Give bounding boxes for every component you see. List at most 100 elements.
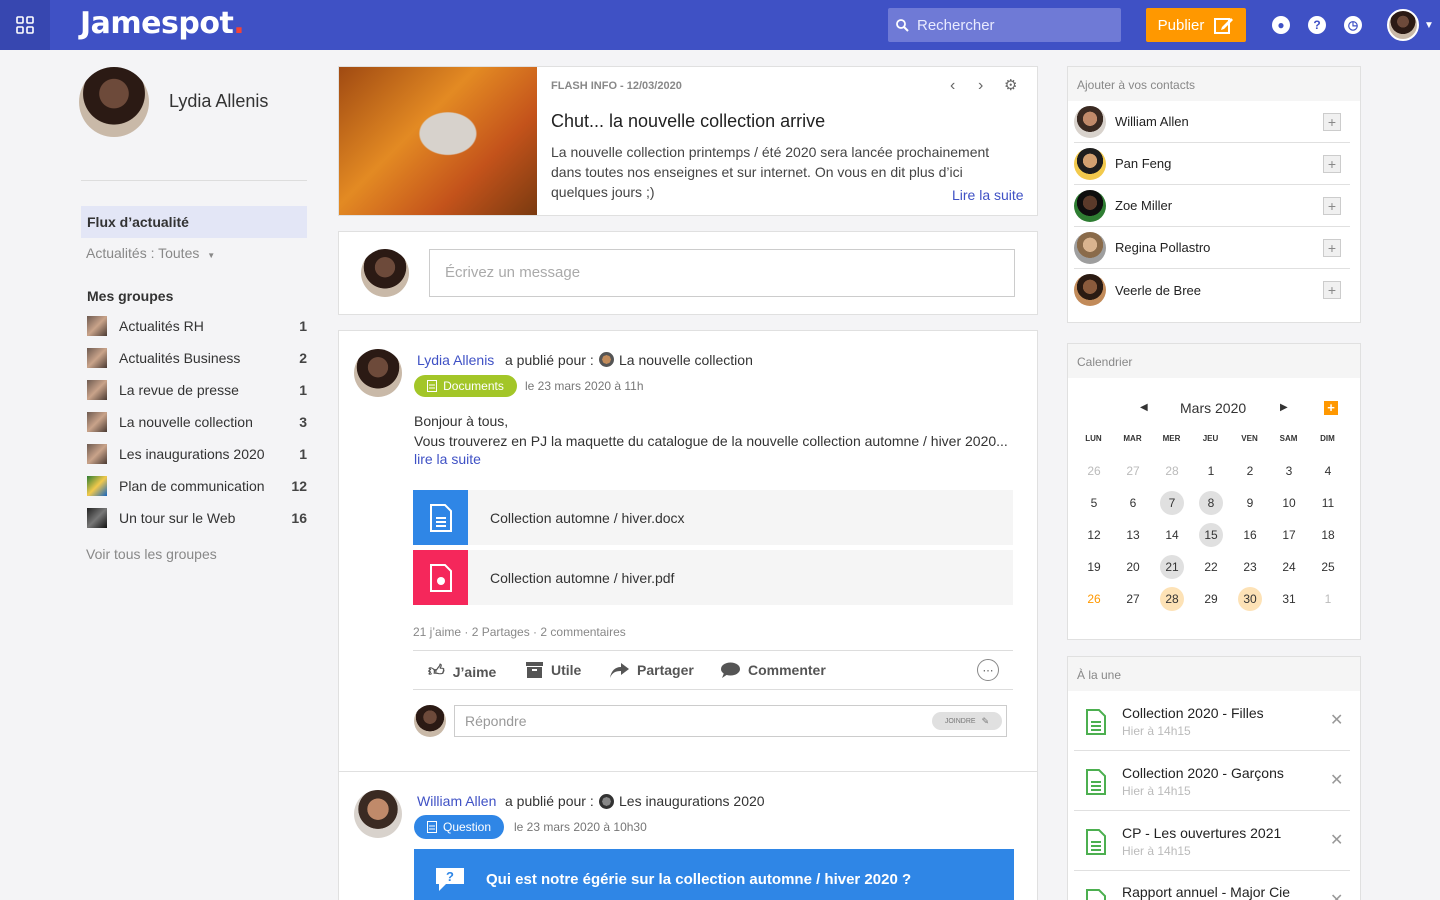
- calendar-day[interactable]: 28: [1160, 459, 1184, 483]
- calendar-day[interactable]: 8: [1199, 491, 1223, 515]
- author-link[interactable]: William Allen: [417, 793, 496, 809]
- calendar-day[interactable]: 16: [1238, 523, 1262, 547]
- group-item[interactable]: Actualités RH 1: [87, 316, 307, 336]
- calendar-day[interactable]: 12: [1082, 523, 1106, 547]
- calendar-day[interactable]: 20: [1121, 555, 1145, 579]
- calendar-day[interactable]: 26: [1082, 587, 1106, 611]
- plus-icon[interactable]: +: [1323, 196, 1341, 215]
- featured-item[interactable]: Collection 2020 - Garçons Hier à 14h15 ✕: [1074, 751, 1350, 811]
- contact-item[interactable]: Pan Feng +: [1074, 143, 1350, 185]
- calendar-day[interactable]: 27: [1121, 459, 1145, 483]
- app-logo[interactable]: Jamespot.: [80, 6, 245, 41]
- caret-left-icon[interactable]: ◀: [1140, 402, 1148, 413]
- calendar-day[interactable]: 18: [1316, 523, 1340, 547]
- calendar-day[interactable]: 15: [1199, 523, 1223, 547]
- close-icon[interactable]: ✕: [1330, 830, 1343, 850]
- calendar-day[interactable]: 10: [1277, 491, 1301, 515]
- author-link[interactable]: Lydia Allenis: [417, 352, 494, 368]
- calendar-day[interactable]: 19: [1082, 555, 1106, 579]
- question-banner[interactable]: ? Qui est notre égérie sur la collection…: [414, 849, 1014, 900]
- group-item[interactable]: La nouvelle collection 3: [87, 412, 307, 432]
- calendar-day[interactable]: 6: [1121, 491, 1145, 515]
- caret-right-icon[interactable]: ▶: [1280, 402, 1288, 413]
- flash-read-more-link[interactable]: Lire la suite: [952, 187, 1024, 203]
- like-button[interactable]: 👍︎ J’aime: [428, 662, 496, 681]
- calendar-day[interactable]: 31: [1277, 587, 1301, 611]
- calendar-day[interactable]: 24: [1277, 555, 1301, 579]
- profile-name[interactable]: Lydia Allenis: [169, 91, 268, 112]
- feed-filter-dropdown[interactable]: Actualités : Toutes ▼: [86, 245, 215, 261]
- calendar-day[interactable]: 7: [1160, 491, 1184, 515]
- attachment-item[interactable]: Collection automne / hiver.pdf: [413, 550, 1013, 605]
- group-item[interactable]: Actualités Business 2: [87, 348, 307, 368]
- close-icon[interactable]: ✕: [1330, 890, 1343, 900]
- see-all-groups-link[interactable]: Voir tous les groupes: [86, 546, 217, 562]
- calendar-day[interactable]: 22: [1199, 555, 1223, 579]
- add-event-button[interactable]: +: [1324, 401, 1338, 415]
- calendar-day[interactable]: 2: [1238, 459, 1262, 483]
- author-avatar[interactable]: [354, 790, 402, 838]
- flash-info-title[interactable]: Chut... la nouvelle collection arrive: [551, 111, 825, 132]
- more-options-button[interactable]: ⋯: [977, 659, 999, 681]
- close-icon[interactable]: ✕: [1330, 710, 1343, 730]
- user-avatar[interactable]: [1387, 9, 1419, 41]
- chevron-left-icon[interactable]: ‹: [950, 77, 955, 95]
- author-avatar[interactable]: [354, 349, 402, 397]
- clock-icon[interactable]: ◷: [1344, 16, 1362, 34]
- question-tag[interactable]: Question: [414, 815, 504, 839]
- group-item[interactable]: La revue de presse 1: [87, 380, 307, 400]
- calendar-day[interactable]: 13: [1121, 523, 1145, 547]
- calendar-day[interactable]: 3: [1277, 459, 1301, 483]
- calendar-day[interactable]: 29: [1199, 587, 1223, 611]
- post-group-link[interactable]: La nouvelle collection: [619, 352, 753, 368]
- contact-item[interactable]: William Allen +: [1074, 101, 1350, 143]
- plus-icon[interactable]: +: [1323, 281, 1341, 299]
- apps-grid-button[interactable]: [0, 0, 50, 50]
- calendar-day[interactable]: 1: [1316, 587, 1340, 611]
- post-stats[interactable]: 21 j’aime · 2 Partages · 2 commentaires: [413, 625, 626, 639]
- contact-item[interactable]: Veerle de Bree +: [1074, 269, 1350, 311]
- attach-button[interactable]: JOINDRE ✎: [932, 712, 1002, 730]
- comment-button[interactable]: Commenter: [721, 662, 826, 678]
- calendar-day[interactable]: 1: [1199, 459, 1223, 483]
- flash-info-image[interactable]: [339, 67, 537, 215]
- group-item[interactable]: Les inaugurations 2020 1: [87, 444, 307, 464]
- calendar-day[interactable]: 30: [1238, 587, 1262, 611]
- message-input[interactable]: Écrivez un message: [429, 249, 1015, 297]
- chevron-right-icon[interactable]: ›: [978, 77, 983, 95]
- calendar-day[interactable]: 23: [1238, 555, 1262, 579]
- post-read-more-link[interactable]: lire la suite: [414, 451, 481, 467]
- plus-icon[interactable]: +: [1323, 238, 1341, 257]
- reply-input[interactable]: Répondre: [454, 705, 1007, 737]
- contact-item[interactable]: Regina Pollastro +: [1074, 227, 1350, 269]
- documents-tag[interactable]: Documents: [414, 375, 517, 397]
- share-button[interactable]: Partager: [610, 662, 694, 678]
- calendar-day[interactable]: 28: [1160, 587, 1184, 611]
- nav-item-feed[interactable]: Flux d’actualité: [81, 206, 307, 238]
- gear-icon[interactable]: ⚙: [1004, 76, 1017, 94]
- bell-icon[interactable]: ●: [1272, 16, 1290, 34]
- calendar-day[interactable]: 14: [1160, 523, 1184, 547]
- profile-avatar[interactable]: [79, 67, 149, 137]
- help-icon[interactable]: ?: [1308, 16, 1326, 34]
- calendar-day[interactable]: 4: [1316, 459, 1340, 483]
- plus-icon[interactable]: +: [1323, 154, 1341, 173]
- group-item[interactable]: Un tour sur le Web 16: [87, 508, 307, 528]
- calendar-day[interactable]: 27: [1121, 587, 1145, 611]
- close-icon[interactable]: ✕: [1330, 770, 1343, 790]
- calendar-day[interactable]: 11: [1316, 491, 1340, 515]
- attachment-item[interactable]: Collection automne / hiver.docx: [413, 490, 1013, 545]
- calendar-day[interactable]: 21: [1160, 555, 1184, 579]
- post-group-link[interactable]: Les inaugurations 2020: [619, 793, 765, 809]
- chevron-down-icon[interactable]: ▼: [1424, 20, 1434, 31]
- calendar-day[interactable]: 9: [1238, 491, 1262, 515]
- calendar-day[interactable]: 26: [1082, 459, 1106, 483]
- calendar-day[interactable]: 5: [1082, 491, 1106, 515]
- featured-item[interactable]: Collection 2020 - Filles Hier à 14h15 ✕: [1074, 691, 1350, 751]
- calendar-day[interactable]: 25: [1316, 555, 1340, 579]
- search-input[interactable]: Rechercher: [888, 8, 1121, 42]
- useful-button[interactable]: Utile: [526, 662, 581, 678]
- plus-icon[interactable]: +: [1323, 112, 1341, 131]
- contact-item[interactable]: Zoe Miller +: [1074, 185, 1350, 227]
- group-item[interactable]: Plan de communication 12: [87, 476, 307, 496]
